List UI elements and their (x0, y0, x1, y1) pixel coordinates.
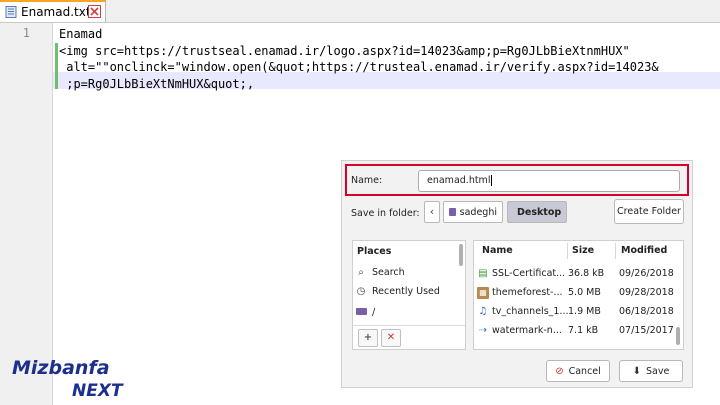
column-modified[interactable]: Modified (621, 245, 667, 256)
file-row[interactable]: ▤ SSL-Certificat... 36.8 kB 09/26/2018 (474, 264, 674, 283)
tab-bar: Enamad.txt (0, 0, 720, 23)
code-text[interactable]: Enamad <img src=https://trustseal.enamad.… (59, 26, 659, 92)
file-name: watermark-n... (492, 325, 562, 336)
file-modified: 06/18/2018 (619, 306, 674, 317)
file-modified: 09/28/2018 (619, 287, 674, 298)
line-number: 1 (22, 26, 30, 40)
file-modified: 07/15/2017 (619, 325, 674, 336)
file-modified: 09/26/2018 (619, 268, 674, 279)
clock-icon: ◷ (356, 285, 366, 297)
tab-enamad-txt[interactable]: Enamad.txt (0, 0, 106, 22)
add-place-button[interactable]: + (358, 329, 378, 347)
close-icon[interactable] (88, 5, 101, 18)
cancel-icon: ⊘ (555, 365, 564, 377)
link-file-icon: ⇢ (478, 325, 488, 336)
cancel-button[interactable]: ⊘ Cancel (546, 360, 610, 382)
create-folder-button[interactable]: Create Folder (614, 199, 684, 224)
column-size[interactable]: Size (572, 245, 594, 256)
archive-file-icon: ▦ (477, 287, 489, 299)
text-caret (491, 175, 493, 186)
breadcrumb-sadeghi[interactable]: sadeghi (443, 201, 503, 223)
file-size: 7.1 kB (568, 325, 599, 336)
path-back-button[interactable]: ‹ (424, 201, 440, 223)
save-file-dialog: Name: enamad.html Save in folder: ‹ sade… (341, 160, 693, 388)
audio-file-icon: ♫ (478, 306, 488, 317)
file-size: 36.8 kB (568, 268, 605, 279)
column-divider (615, 243, 616, 259)
remove-icon: ✕ (386, 332, 396, 343)
place-label: Recently Used (372, 285, 440, 297)
breadcrumb-label: sadeghi (459, 206, 497, 218)
file-name: SSL-Certificat... (492, 268, 566, 279)
save-label: Save (646, 365, 670, 377)
certificate-file-icon: ▤ (478, 268, 488, 279)
file-row[interactable]: ♫ tv_channels_1... 1.9 MB 06/18/2018 (474, 302, 674, 321)
change-marker (55, 43, 58, 89)
file-list-scrollbar[interactable] (676, 327, 680, 345)
place-label: / (372, 306, 376, 318)
save-in-folder-label: Save in folder: (351, 208, 420, 219)
code-line: Enamad (59, 27, 103, 41)
logo-wordmark: Mizbanfa (12, 357, 110, 379)
file-name: tv_channels_1... (492, 306, 569, 317)
mizbanfa-logo: Mizbanfa NEXT (12, 357, 124, 400)
save-button[interactable]: ⬇ Save (619, 360, 683, 382)
filename-input[interactable]: enamad.html (418, 170, 680, 192)
places-divider (353, 325, 465, 326)
file-list: Name Size Modified ▤ SSL-Certificat... 3… (473, 240, 684, 350)
home-folder-icon (449, 208, 456, 216)
places-header[interactable]: Places (357, 246, 391, 257)
drive-icon (355, 307, 367, 318)
code-line: alt=""onclinck="window.open(&quot;https:… (59, 60, 659, 74)
breadcrumb-label: Desktop (517, 206, 562, 218)
code-line: <img src=https://trustseal.enamad.ir/log… (59, 43, 630, 58)
remove-place-button[interactable]: ✕ (381, 329, 401, 347)
save-icon: ⬇ (632, 365, 642, 377)
breadcrumb-desktop[interactable]: Desktop (507, 201, 567, 223)
name-label: Name: (351, 175, 383, 186)
places-scrollbar[interactable] (459, 244, 463, 266)
place-label: Search (372, 266, 405, 278)
cancel-label: Cancel (568, 365, 601, 377)
column-divider (567, 243, 568, 259)
place-search[interactable]: ⌕ Search (355, 263, 455, 281)
plus-icon: + (363, 332, 373, 343)
file-size: 1.9 MB (568, 306, 601, 317)
code-line: ;p=Rg0JLbBieXtNmHUX&quot;, (59, 76, 255, 91)
place-root[interactable]: / (355, 303, 455, 321)
filename-value: enamad.html (427, 175, 491, 186)
file-row[interactable]: ⇢ watermark-n... 7.1 kB 07/15/2017 (474, 321, 674, 340)
places-panel: Places ⌕ Search ◷ Recently Used / + ✕ (352, 240, 466, 350)
logo-next: NEXT (72, 381, 124, 400)
file-name: themeforest-... (492, 287, 563, 298)
column-name[interactable]: Name (482, 245, 513, 256)
document-icon (5, 6, 17, 18)
search-icon: ⌕ (358, 266, 364, 278)
file-row[interactable]: ▦ themeforest-... 5.0 MB 09/28/2018 (474, 283, 674, 302)
file-size: 5.0 MB (568, 287, 601, 298)
line-number-gutter: 1 (0, 23, 53, 405)
place-recently-used[interactable]: ◷ Recently Used (355, 282, 455, 300)
tab-title: Enamad.txt (21, 5, 91, 19)
